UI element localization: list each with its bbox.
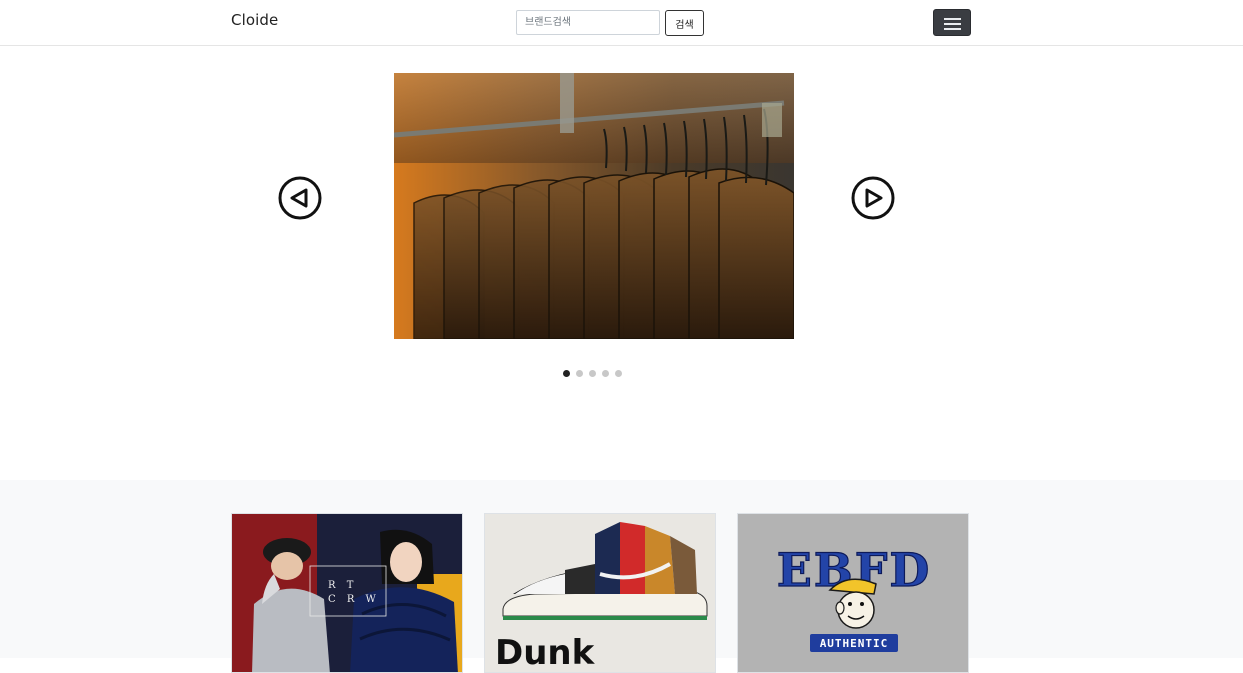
clothing-rack-photo <box>394 73 794 339</box>
hero-carousel <box>0 46 1243 480</box>
brand-cards-section: R T C R W Dunk EBFD AUTHENTIC <box>0 480 1243 673</box>
carousel-dot-2[interactable] <box>576 370 583 377</box>
svg-text:AUTHENTIC: AUTHENTIC <box>820 637 889 650</box>
nike-dunk-sneaker-photo: Dunk <box>485 514 715 673</box>
hamburger-menu-button[interactable] <box>933 9 971 36</box>
carousel-next-button[interactable] <box>851 176 895 220</box>
carousel-dot-3[interactable] <box>589 370 596 377</box>
brand-card-2[interactable]: Dunk <box>484 513 716 673</box>
arrow-right-circle-icon <box>851 176 895 220</box>
svg-text:Dunk: Dunk <box>495 633 596 673</box>
brand-card-3[interactable]: EBFD AUTHENTIC <box>737 513 969 673</box>
carousel-prev-button[interactable] <box>278 176 322 220</box>
carousel-slide-image <box>394 73 794 339</box>
svg-text:R T: R T <box>328 580 357 591</box>
brand-search-input[interactable] <box>516 10 660 35</box>
carousel-indicators <box>563 370 627 378</box>
brand-logo[interactable]: Cloide <box>231 11 278 29</box>
arrow-left-circle-icon <box>278 176 322 220</box>
brand-card-1[interactable]: R T C R W <box>231 513 463 673</box>
hamburger-icon <box>944 18 961 20</box>
carousel-dot-4[interactable] <box>602 370 609 377</box>
svg-text:C R W: C R W <box>328 594 380 605</box>
navbar: Cloide 검색 <box>0 0 1243 46</box>
carousel-dot-5[interactable] <box>615 370 622 377</box>
ebfd-authentic-logo-tshirt-photo: EBFD AUTHENTIC <box>738 514 968 672</box>
carousel-dot-1[interactable] <box>563 370 570 377</box>
search-button[interactable]: 검색 <box>665 10 704 36</box>
fashion-models-winter-jacket-photo: R T C R W <box>232 514 462 672</box>
